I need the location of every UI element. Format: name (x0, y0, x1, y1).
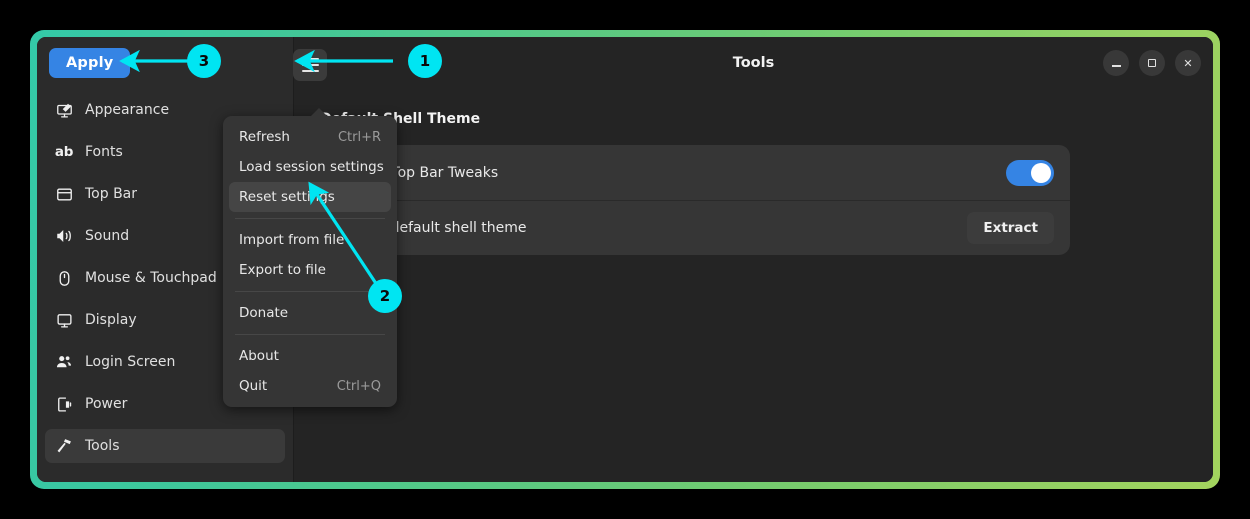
menu-item-label: About (239, 348, 279, 364)
window-controls: ✕ (1103, 50, 1201, 76)
extract-button[interactable]: Extract (967, 212, 1054, 244)
menu-separator (235, 218, 385, 219)
menu-item-donate[interactable]: Donate (229, 298, 391, 328)
row-extract-default-shell-theme: Extract default shell theme Extract (320, 200, 1070, 255)
menu-item-load-session-settings[interactable]: Load session settings (229, 152, 391, 182)
screenshot-root: Apply Tools ✕ Appearance ab Fonts Top Ba… (0, 0, 1250, 519)
header-bar-left: Apply (37, 37, 293, 89)
sidebar-item-label: Top Bar (85, 186, 138, 202)
login-screen-icon (55, 353, 73, 371)
hamburger-menu-icon-line (301, 64, 319, 66)
menu-item-about[interactable]: About (229, 341, 391, 371)
maximize-button[interactable] (1139, 50, 1165, 76)
menu-item-export-to-file[interactable]: Export to file (229, 255, 391, 285)
hamburger-menu-icon-line (301, 70, 319, 72)
menu-item-label: Export to file (239, 262, 326, 278)
sidebar-item-label: Appearance (85, 102, 170, 118)
window-body: Appearance ab Fonts Top Bar Sound Mouse … (37, 89, 1213, 482)
menu-item-label: Import from file (239, 232, 345, 248)
sidebar-item-label: Fonts (85, 144, 123, 160)
minimize-button[interactable] (1103, 50, 1129, 76)
menu-separator (235, 334, 385, 335)
hamburger-popover-menu: Refresh Ctrl+R Load session settings Res… (223, 108, 397, 407)
menu-item-label: Refresh (239, 129, 290, 145)
menu-item-label: Quit (239, 378, 268, 394)
top-bar-icon (55, 185, 73, 203)
menu-item-label: Load session settings (239, 159, 384, 175)
close-icon: ✕ (1183, 56, 1193, 70)
menu-separator (235, 291, 385, 292)
popover-tail (310, 108, 328, 117)
hamburger-menu-button[interactable] (293, 49, 327, 81)
row-include-top-bar-tweaks: Include Top Bar Tweaks (320, 145, 1070, 200)
hamburger-menu-icon-line (301, 58, 319, 60)
sidebar-item-label: Mouse & Touchpad (85, 270, 217, 286)
mouse-icon (55, 269, 73, 287)
minimize-icon (1111, 65, 1121, 67)
sidebar-item-label: Sound (85, 228, 130, 244)
annotation-badge-1: 1 (408, 44, 442, 78)
sound-icon (55, 227, 73, 245)
power-icon (55, 395, 73, 413)
annotation-badge-3: 3 (187, 44, 221, 78)
annotation-badge-2: 2 (368, 279, 402, 313)
section-title: Default Shell Theme (320, 111, 481, 127)
menu-item-reset-settings[interactable]: Reset settings (229, 182, 391, 212)
close-button[interactable]: ✕ (1175, 50, 1201, 76)
display-icon (55, 311, 73, 329)
appearance-icon (55, 101, 73, 119)
content-area: Default Shell Theme Include Top Bar Twea… (293, 89, 1213, 482)
tools-icon (55, 437, 73, 455)
toggle-knob (1031, 162, 1051, 183)
tweaks-application-window: Apply Tools ✕ Appearance ab Fonts Top Ba… (37, 37, 1213, 482)
menu-item-refresh[interactable]: Refresh Ctrl+R (229, 122, 391, 152)
maximize-icon (1148, 59, 1156, 67)
sidebar-item-tools[interactable]: Tools (45, 429, 285, 463)
apply-button[interactable]: Apply (49, 48, 131, 78)
menu-item-import-from-file[interactable]: Import from file (229, 225, 391, 255)
sidebar-item-label: Login Screen (85, 354, 176, 370)
fonts-icon: ab (54, 144, 74, 160)
sidebar-item-label: Display (85, 312, 137, 328)
menu-item-accel: Ctrl+Q (336, 378, 381, 394)
sidebar-item-label: Tools (85, 438, 120, 454)
menu-item-label: Reset settings (239, 189, 335, 205)
menu-item-accel: Ctrl+R (337, 129, 381, 145)
default-shell-theme-card: Include Top Bar Tweaks Extract default s… (320, 145, 1070, 255)
menu-item-quit[interactable]: Quit Ctrl+Q (229, 371, 391, 401)
include-top-bar-tweaks-toggle[interactable] (1006, 159, 1054, 186)
sidebar-item-label: Power (85, 396, 128, 412)
window-frame-glow: Apply Tools ✕ Appearance ab Fonts Top Ba… (30, 30, 1220, 489)
menu-item-label: Donate (239, 305, 289, 321)
